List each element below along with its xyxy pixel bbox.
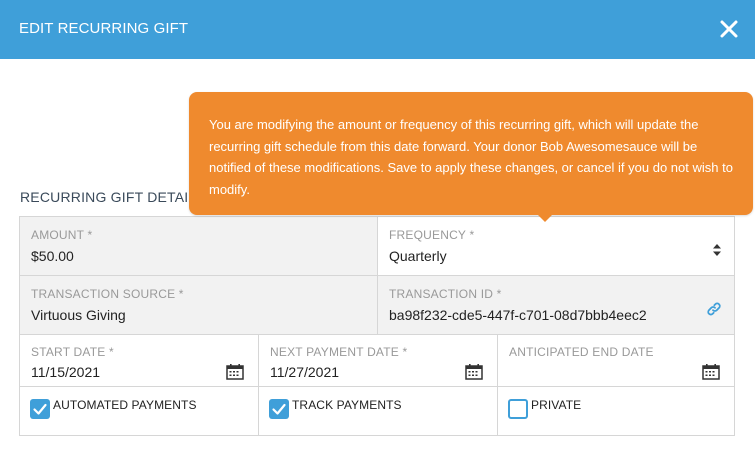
amount-label: AMOUNT *: [31, 228, 93, 242]
next-payment-date-value[interactable]: 11/27/2021: [270, 364, 339, 380]
start-date-value[interactable]: 11/15/2021: [31, 364, 100, 380]
checkbox-checked-icon[interactable]: [30, 399, 50, 419]
frequency-select[interactable]: FREQUENCY * Quarterly: [378, 217, 734, 275]
transaction-source-value: Virtuous Giving: [31, 307, 126, 323]
tooltip-arrow: [538, 215, 552, 222]
anticipated-end-date-field[interactable]: ANTICIPATED END DATE: [498, 335, 734, 386]
section-title: RECURRING GIFT DETAILS: [20, 189, 206, 205]
sort-icon[interactable]: [712, 243, 722, 257]
start-date-label: START DATE *: [31, 345, 114, 359]
close-icon[interactable]: [717, 17, 741, 41]
transaction-id-field: TRANSACTION ID * ba98f232-cde5-447f-c701…: [378, 276, 734, 334]
private-label: PRIVATE: [531, 398, 582, 412]
private-cell: PRIVATE: [498, 387, 734, 435]
transaction-id-value: ba98f232-cde5-447f-c701-08d7bbb4eec2: [389, 307, 647, 323]
amount-value[interactable]: $50.00: [31, 248, 74, 264]
automated-payments-checkbox[interactable]: AUTOMATED PAYMENTS: [30, 398, 197, 419]
automated-payments-cell: AUTOMATED PAYMENTS: [20, 387, 259, 435]
track-payments-label: TRACK PAYMENTS: [292, 398, 402, 412]
recurring-gift-form: AMOUNT * $50.00 FREQUENCY * Quarterly TR…: [19, 216, 735, 436]
next-payment-date-field[interactable]: NEXT PAYMENT DATE * 11/27/2021: [259, 335, 498, 386]
transaction-source-field: TRANSACTION SOURCE * Virtuous Giving: [20, 276, 378, 334]
modal-title: EDIT RECURRING GIFT: [19, 20, 189, 37]
checkbox-checked-icon[interactable]: [269, 399, 289, 419]
checkbox-unchecked-icon[interactable]: [508, 399, 528, 419]
amount-field[interactable]: AMOUNT * $50.00: [20, 217, 378, 275]
calendar-icon[interactable]: [226, 364, 244, 380]
tooltip-text: You are modifying the amount or frequenc…: [209, 117, 733, 197]
next-payment-date-label: NEXT PAYMENT DATE *: [270, 345, 408, 359]
calendar-icon[interactable]: [702, 364, 720, 380]
modification-warning-tooltip: You are modifying the amount or frequenc…: [189, 92, 753, 222]
transaction-id-label: TRANSACTION ID *: [389, 287, 502, 301]
track-payments-checkbox[interactable]: TRACK PAYMENTS: [269, 398, 402, 419]
start-date-field[interactable]: START DATE * 11/15/2021: [20, 335, 259, 386]
transaction-source-label: TRANSACTION SOURCE *: [31, 287, 184, 301]
calendar-icon[interactable]: [465, 364, 483, 380]
frequency-value[interactable]: Quarterly: [389, 248, 447, 264]
link-icon[interactable]: [706, 301, 722, 317]
anticipated-end-date-label: ANTICIPATED END DATE: [509, 345, 654, 359]
private-checkbox[interactable]: PRIVATE: [508, 398, 581, 419]
track-payments-cell: TRACK PAYMENTS: [259, 387, 498, 435]
modal-header: EDIT RECURRING GIFT: [0, 0, 755, 59]
automated-payments-label: AUTOMATED PAYMENTS: [53, 398, 197, 412]
frequency-label: FREQUENCY *: [389, 228, 475, 242]
